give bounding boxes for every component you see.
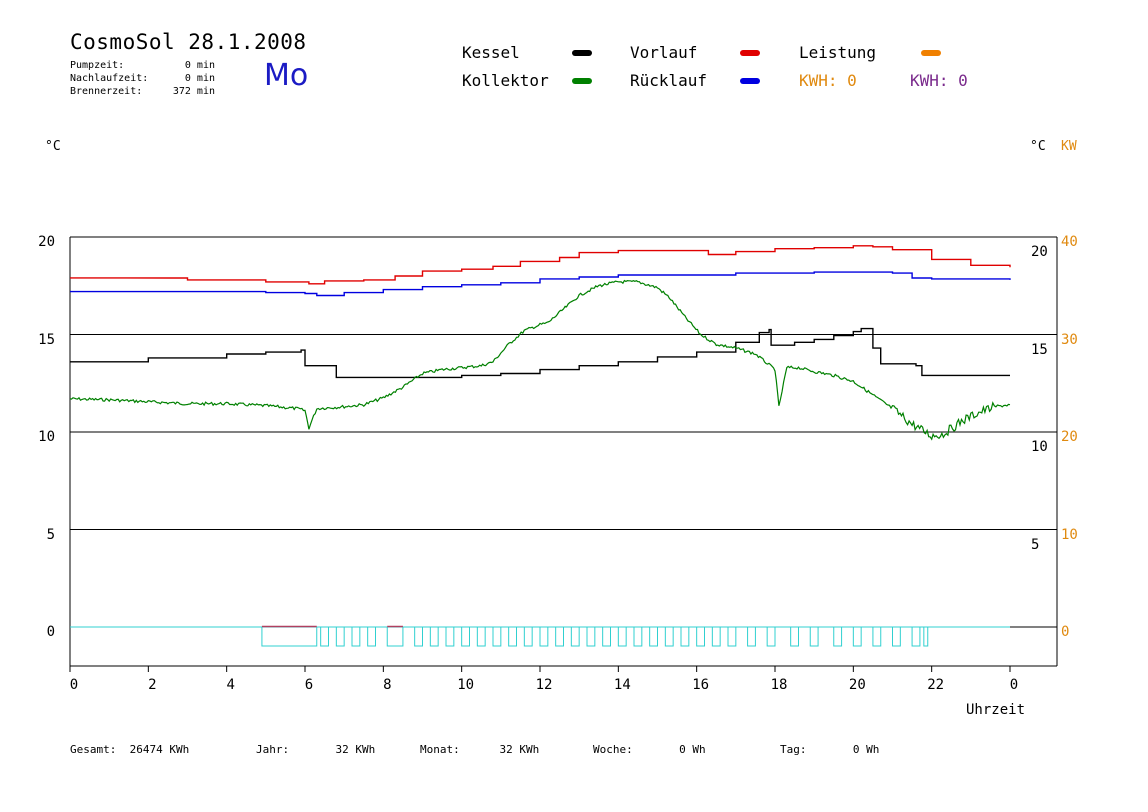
pump-pulse	[790, 626, 800, 647]
pump-pulse	[555, 626, 565, 647]
series-line-kessel	[70, 327, 1010, 379]
x-tick-label: 20	[848, 677, 866, 693]
pump-pulse	[696, 626, 706, 647]
y-right-tick-label: 20	[1031, 244, 1048, 260]
x-tick-label: 2	[148, 677, 157, 693]
pump-pulse	[809, 626, 819, 647]
pump-pulse	[508, 626, 517, 647]
pump-pulse	[680, 626, 690, 647]
x-tick-label: 0	[1009, 677, 1019, 693]
pump-pulse	[429, 626, 439, 647]
pump-pulse	[445, 626, 455, 647]
pump-pulse	[711, 626, 721, 647]
pump-pulse	[727, 626, 737, 647]
series-line-kollektor	[69, 279, 1011, 441]
y-right-tick-label: 5	[1031, 536, 1040, 553]
pump-pulse	[320, 626, 329, 647]
y-right-tick-label: 15	[1031, 341, 1048, 358]
footer-gesamt: Gesamt: 26474 KWh	[70, 743, 190, 756]
y-right-kw-tick-label: 20	[1061, 429, 1078, 445]
y-right-kw-tick-label: 10	[1061, 526, 1078, 543]
footer-woche: Woche: 0 Wh	[593, 743, 706, 756]
x-tick-label: 12	[535, 677, 553, 693]
x-tick-label: 8	[383, 677, 392, 693]
pump-pulse	[461, 626, 470, 647]
y-right-kw-tick-label: 40	[1061, 234, 1078, 250]
pump-pulse	[833, 626, 843, 647]
pump-pulse	[523, 626, 533, 647]
pump-pulse	[492, 626, 502, 647]
pump-pulse	[570, 626, 580, 647]
x-tick-label: 6	[304, 677, 314, 693]
pump-pulse	[261, 626, 318, 647]
pump-pulse	[664, 626, 674, 647]
pump-pulse	[633, 626, 643, 647]
y-left-tick-label: 0	[46, 624, 55, 640]
pump-pulse	[586, 626, 596, 647]
pump-pulse	[852, 626, 862, 647]
x-tick-label: 10	[457, 677, 475, 693]
x-tick-label: 16	[692, 677, 710, 693]
x-tick-label: 22	[927, 677, 945, 693]
pump-pulse	[602, 626, 612, 647]
pump-pulse	[367, 626, 376, 647]
pump-pulse	[335, 626, 345, 647]
y-right-kw-tick-label: 0	[1061, 624, 1070, 640]
temperature-chart	[69, 236, 1058, 672]
x-axis-label: Uhrzeit	[966, 702, 1026, 718]
pump-pulse	[351, 626, 361, 647]
x-tick-label: 14	[613, 677, 631, 693]
x-tick-label: 4	[226, 677, 235, 693]
y-right-kw-tick-label: 30	[1061, 331, 1078, 348]
y-left-tick-label: 5	[46, 526, 55, 543]
x-tick-label: 18	[770, 677, 788, 693]
pump-pulse	[414, 626, 423, 647]
pump-pulse	[766, 626, 776, 647]
footer-jahr: Jahr: 32 KWh	[256, 743, 376, 756]
pump-pulse	[872, 626, 882, 647]
pump-pulse	[892, 626, 901, 647]
y-right-tick-label: 10	[1031, 439, 1048, 455]
footer-monat: Monat: 32 KWh	[420, 743, 540, 756]
y-left-tick-label: 15	[38, 331, 55, 348]
pump-pulse	[539, 626, 549, 647]
series-line-ruecklauf	[70, 271, 1011, 297]
pump-pulse	[649, 626, 659, 647]
x-tick-label: 0	[69, 677, 79, 693]
pump-pulse	[617, 626, 627, 647]
pump-pulse	[911, 626, 921, 647]
y-left-tick-label: 20	[38, 234, 55, 250]
footer-tag: Tag: 0 Wh	[780, 743, 880, 756]
pump-pulse	[923, 626, 929, 647]
pump-pulse	[476, 626, 486, 647]
pump-pulse	[386, 626, 404, 647]
series-line-vorlauf	[69, 245, 1011, 285]
y-left-tick-label: 10	[38, 429, 55, 445]
pump-pulse	[747, 626, 756, 647]
